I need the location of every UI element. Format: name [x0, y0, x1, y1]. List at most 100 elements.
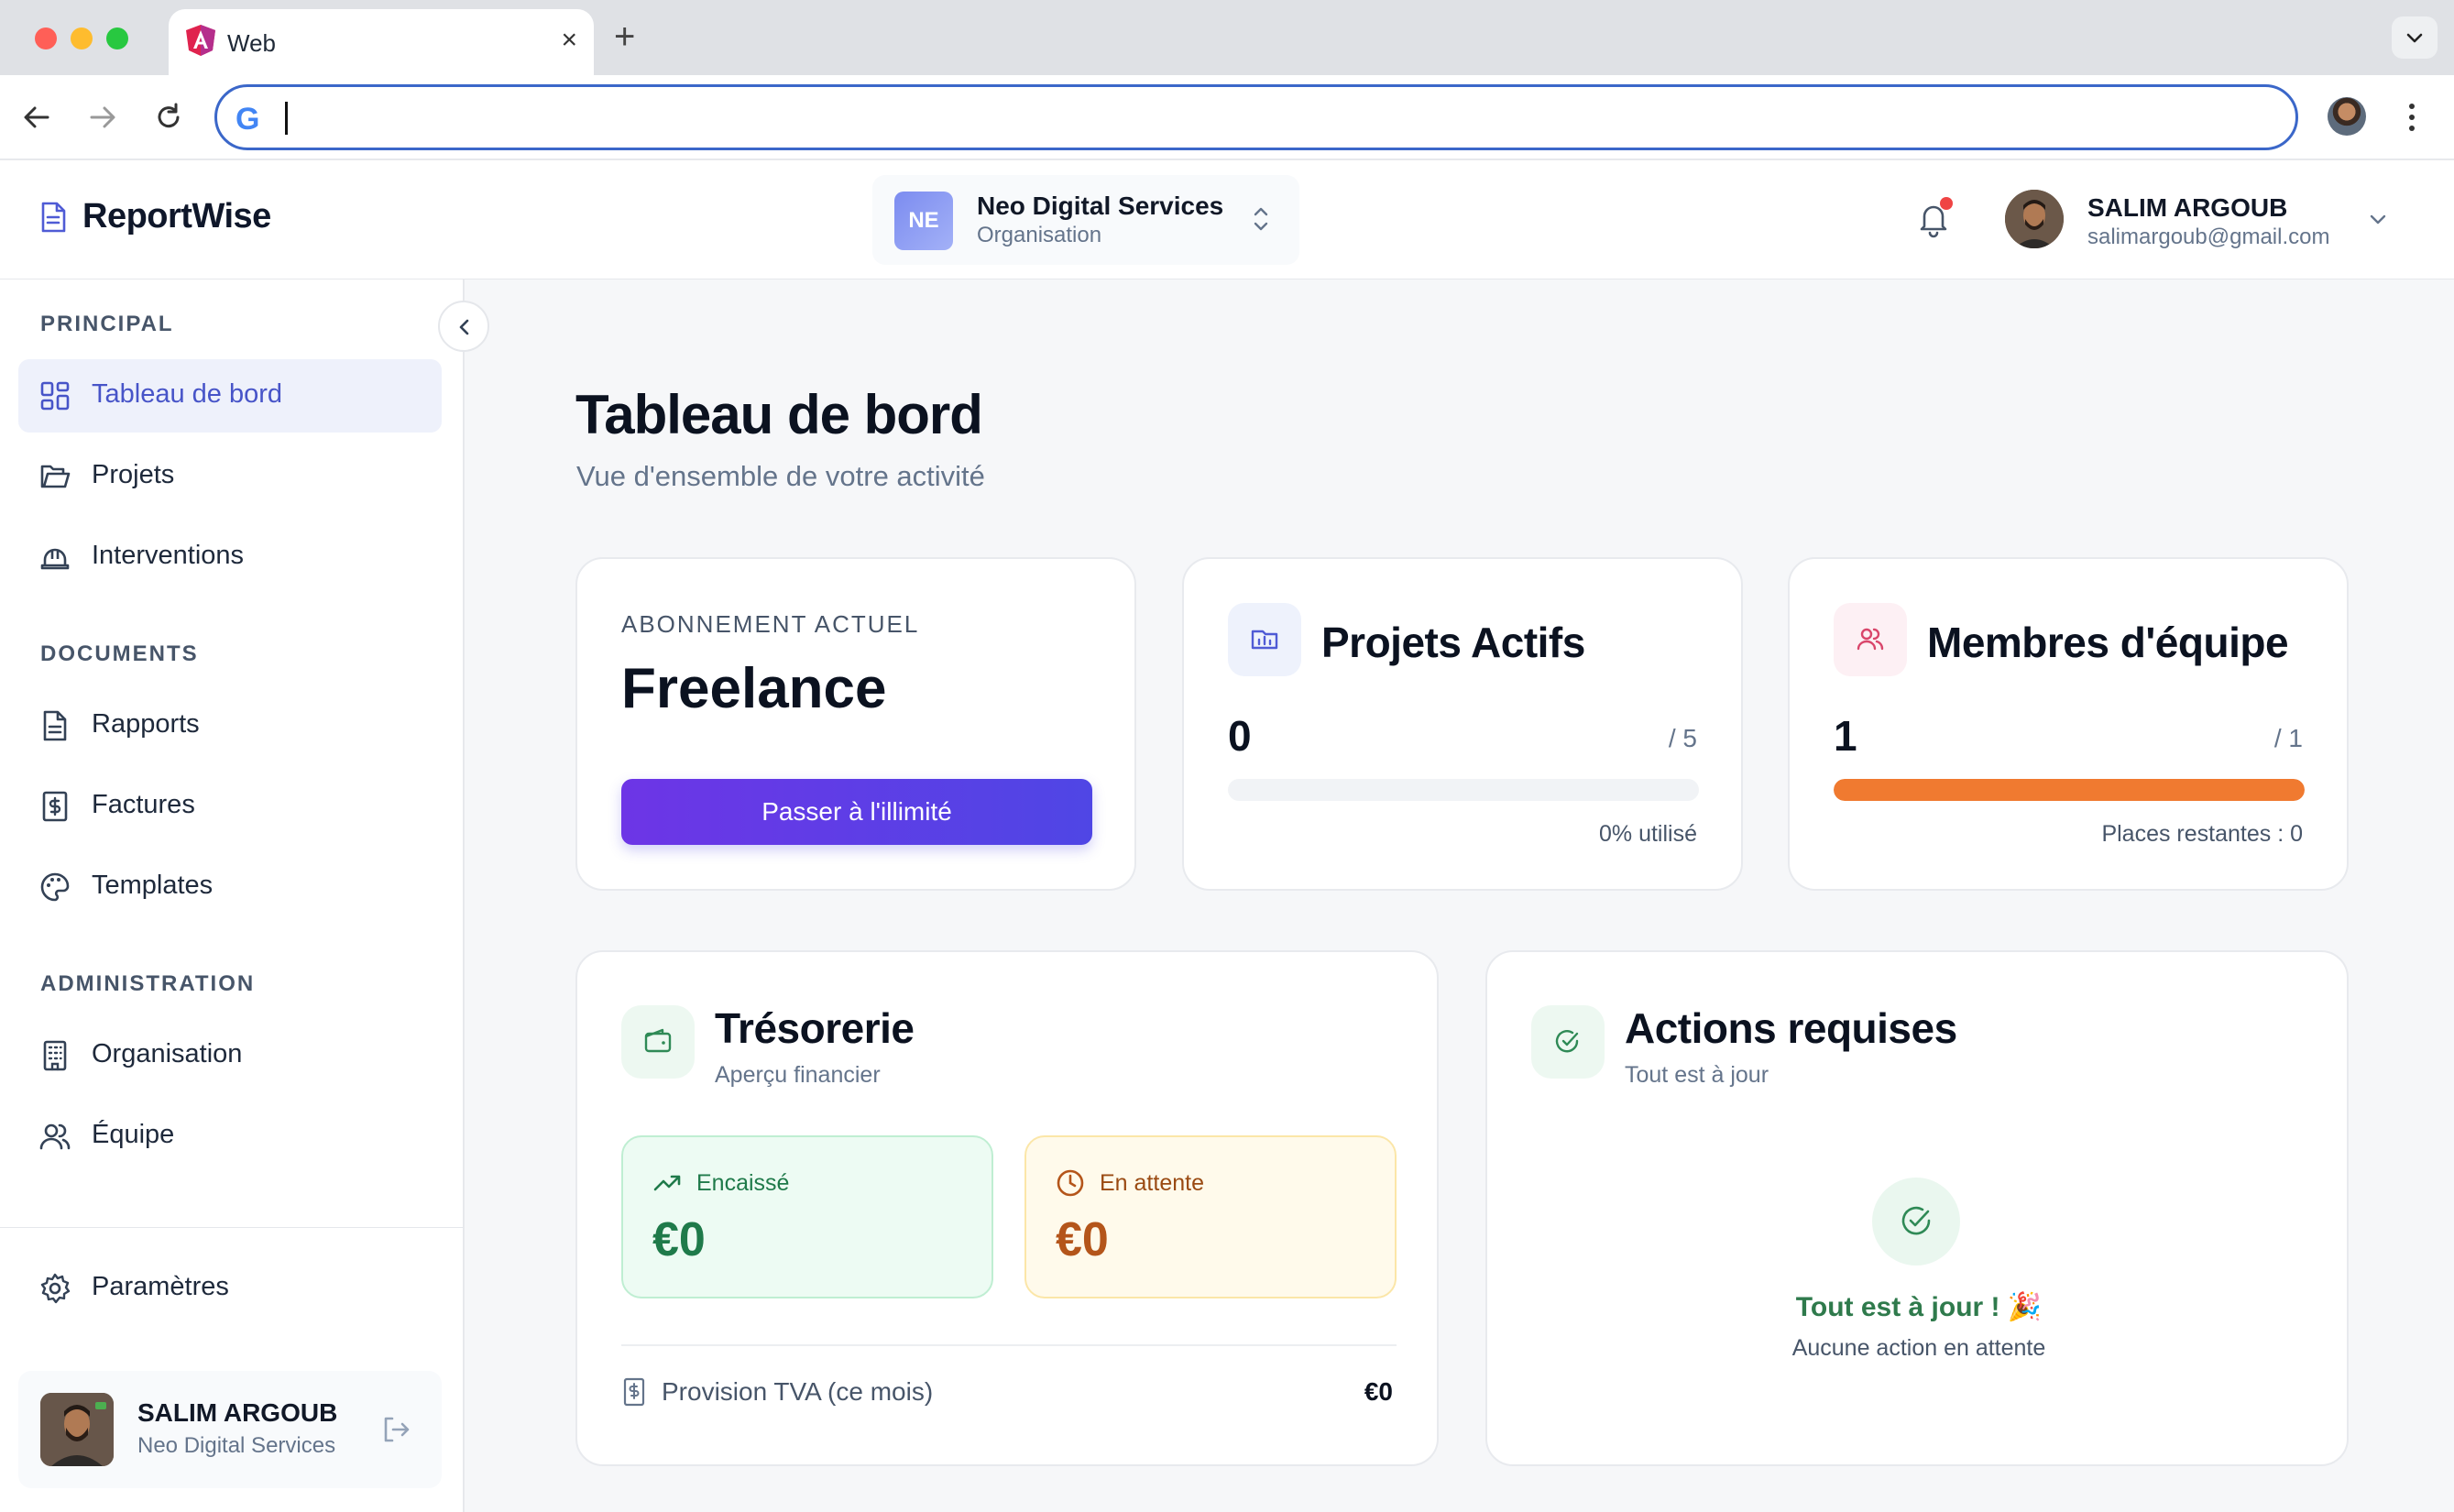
projects-limit: / 5 — [1668, 724, 1697, 752]
sidebar-user-org: Neo Digital Services — [137, 1433, 336, 1458]
hard-hat-icon — [40, 548, 70, 570]
text-caret — [285, 102, 288, 135]
user-name: SALIM ARGOUB — [2087, 193, 2288, 222]
subscription-plan: Freelance — [621, 657, 887, 720]
all-done-title: Tout est à jour ! 🎉 — [1795, 1292, 2043, 1322]
folder-icon — [40, 465, 71, 488]
tab-search-button[interactable] — [2392, 16, 2438, 59]
sidebar-item-parametres[interactable]: Paramètres — [18, 1252, 442, 1325]
sidebar-user-name: SALIM ARGOUB — [137, 1398, 338, 1427]
address-input[interactable] — [283, 98, 2253, 137]
trending-up-icon — [653, 1175, 681, 1191]
sidebar-user-card: SALIM ARGOUB Neo Digital Services — [18, 1371, 442, 1488]
forward-icon[interactable] — [84, 99, 121, 136]
subscription-card: ABONNEMENT ACTUEL Freelance Passer à l'i… — [575, 557, 1136, 891]
actions-card: Actions requises Tout est à jour Tout es… — [1485, 950, 2349, 1466]
projects-usage: 0% utilisé — [1599, 821, 1697, 847]
pending-label: En attente — [1100, 1170, 1204, 1196]
avatar-photo — [40, 1393, 114, 1466]
brand-name: ReportWise — [82, 197, 271, 236]
address-bar[interactable]: G — [214, 84, 2298, 150]
team-progress-bar — [1834, 779, 2305, 801]
treasury-divider — [621, 1344, 1397, 1346]
sidebar-collapse-button[interactable] — [438, 301, 489, 352]
treasury-subtitle: Aperçu financier — [715, 1062, 881, 1088]
clock-icon — [1057, 1169, 1084, 1197]
projects-title: Projets Actifs — [1321, 619, 1585, 666]
tab-title: Web — [227, 29, 276, 57]
sidebar-item-projets[interactable]: Projets — [18, 440, 442, 513]
org-type: Organisation — [977, 223, 1102, 247]
browser-tab[interactable]: Web × — [169, 9, 594, 75]
collected-value: €0 — [652, 1213, 706, 1266]
chevron-left-icon — [459, 319, 469, 335]
user-email: salimargoub@gmail.com — [2087, 225, 2330, 249]
tva-label: Provision TVA (ce mois) — [662, 1377, 934, 1406]
projects-icon-tile — [1228, 603, 1301, 676]
organisation-switcher[interactable]: NE Neo Digital Services Organisation — [872, 175, 1299, 265]
window-maximize-button[interactable] — [106, 27, 128, 49]
logout-icon[interactable] — [379, 1413, 412, 1446]
sidebar-item-label: Équipe — [92, 1120, 175, 1149]
kebab-icon[interactable] — [2403, 99, 2421, 136]
chevron-down-icon[interactable] — [2364, 206, 2392, 234]
projects-value: 0 — [1228, 712, 1252, 760]
brand[interactable]: ReportWise — [38, 197, 271, 236]
sidebar-item-factures[interactable]: Factures — [18, 770, 442, 843]
sidebar-item-rapports[interactable]: Rapports — [18, 689, 442, 762]
users-icon — [39, 1123, 71, 1150]
sidebar-item-label: Templates — [92, 871, 214, 900]
tva-value: €0 — [1364, 1377, 1393, 1406]
folder-chart-icon — [1251, 630, 1278, 650]
receipt-icon — [623, 1377, 645, 1407]
chevron-down-icon — [2406, 33, 2423, 43]
new-tab-button[interactable]: + — [614, 16, 635, 57]
team-limit: / 1 — [2273, 724, 2303, 752]
collected-tile: Encaissé €0 — [621, 1135, 993, 1298]
org-name: Neo Digital Services — [977, 192, 1224, 220]
section-documents: DOCUMENTS — [40, 641, 199, 666]
reload-icon[interactable] — [150, 99, 187, 136]
team-progress-fill — [1834, 779, 2305, 801]
actions-icon-tile — [1531, 1005, 1605, 1079]
page-title: Tableau de bord — [575, 384, 983, 445]
all-done-subtitle: Aucune action en attente — [1791, 1335, 2046, 1361]
invoice-icon — [42, 791, 68, 822]
window-close-button[interactable] — [35, 27, 57, 49]
sidebar-item-label: Organisation — [92, 1039, 243, 1068]
section-administration: ADMINISTRATION — [40, 971, 256, 996]
team-icon-tile — [1834, 603, 1907, 676]
sidebar-item-interventions[interactable]: Interventions — [18, 520, 442, 594]
window-minimize-button[interactable] — [71, 27, 93, 49]
palette-icon — [40, 872, 70, 902]
sidebar-item-equipe[interactable]: Équipe — [18, 1100, 442, 1173]
sidebar-divider — [0, 1227, 464, 1228]
browser-tab-bar: Web × + — [0, 0, 2454, 75]
gear-icon — [40, 1273, 71, 1304]
sidebar-item-label: Rapports — [92, 709, 200, 739]
subscription-label: ABONNEMENT ACTUEL — [621, 610, 920, 638]
dashboard-icon — [40, 381, 70, 411]
sidebar-item-label: Projets — [92, 460, 175, 489]
user-avatar[interactable] — [2005, 190, 2064, 248]
back-icon[interactable] — [18, 99, 55, 136]
users-icon — [1857, 628, 1884, 651]
tab-close-icon[interactable]: × — [561, 24, 577, 57]
browser-profile-avatar[interactable] — [2328, 97, 2366, 136]
app-header: ReportWise NE Neo Digital Services Organ… — [0, 160, 2454, 279]
treasury-title: Trésorerie — [715, 1004, 915, 1052]
sidebar-item-label: Factures — [92, 790, 195, 819]
projects-progress-bar — [1228, 779, 1699, 801]
google-icon: G — [236, 102, 260, 137]
chevron-up-down-icon — [1254, 207, 1268, 231]
org-badge: NE — [894, 192, 953, 250]
upgrade-button[interactable]: Passer à l'illimité — [621, 779, 1092, 845]
sidebar-item-templates[interactable]: Templates — [18, 850, 442, 924]
sidebar-item-organisation[interactable]: Organisation — [18, 1019, 442, 1092]
treasury-icon-tile — [621, 1005, 695, 1079]
avatar-photo — [2005, 190, 2064, 248]
sidebar-item-tableau-de-bord[interactable]: Tableau de bord — [18, 359, 442, 433]
check-circle-icon — [1901, 1206, 1931, 1235]
sidebar-item-label: Paramètres — [92, 1272, 229, 1301]
team-value: 1 — [1834, 712, 1857, 760]
